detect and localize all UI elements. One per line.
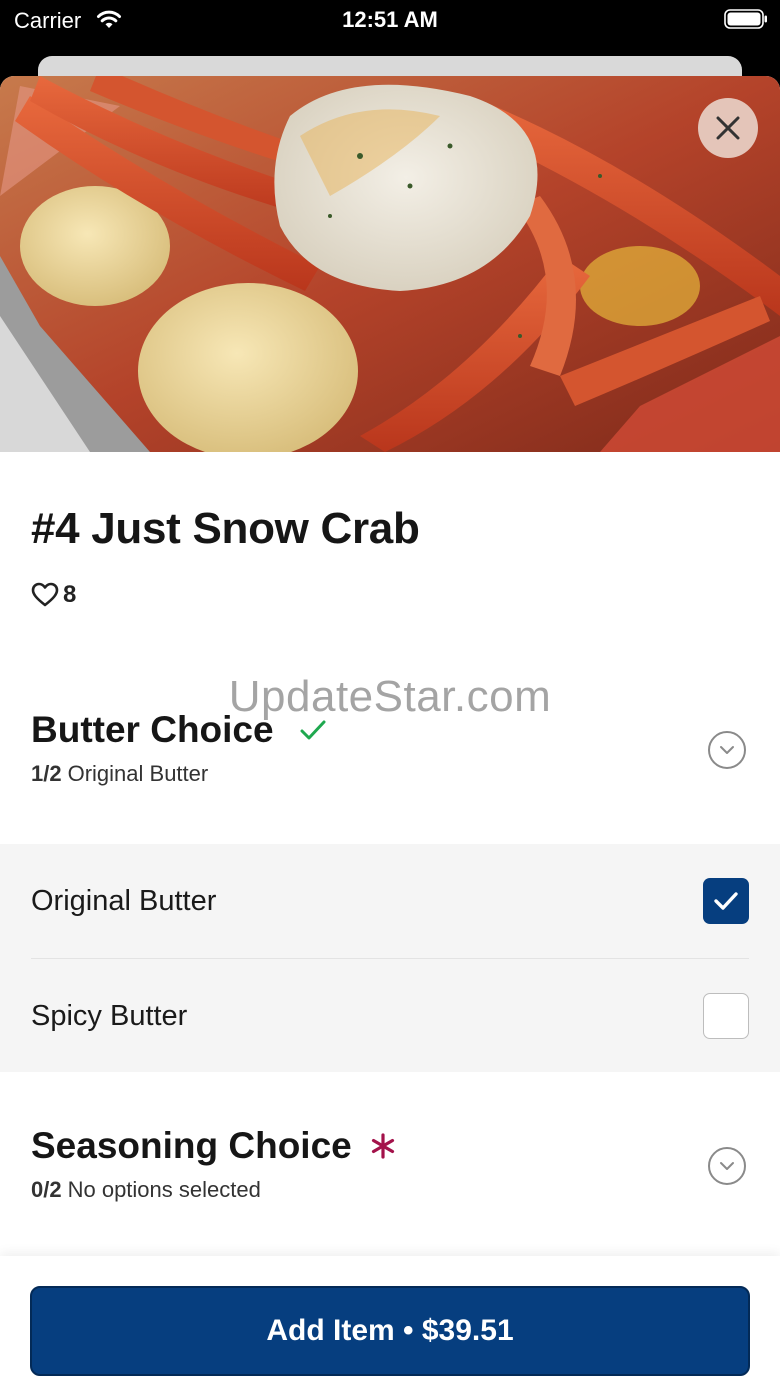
item-photo (0, 76, 780, 452)
group-summary: 0/2 No options selected (31, 1177, 751, 1203)
option-original-butter[interactable]: Original Butter (31, 844, 749, 958)
group-title: Butter Choice (31, 709, 274, 750)
like-button[interactable]: 8 (31, 580, 76, 610)
checkbox-checked[interactable] (703, 878, 749, 924)
selection-count: 1/2 (31, 761, 62, 786)
selection-count: 0/2 (31, 1177, 62, 1202)
footer-bar: Add Item • $39.51 (0, 1256, 780, 1387)
chevron-down-icon (720, 746, 734, 754)
item-title: #4 Just Snow Crab (31, 504, 420, 553)
selection-summary: Original Butter (67, 761, 209, 786)
battery-icon (724, 9, 768, 29)
group-title: Seasoning Choice (31, 1125, 352, 1166)
group-summary: 1/2 Original Butter (31, 761, 751, 787)
butter-options-list: Original Butter Spicy Butter (0, 844, 780, 1072)
butter-choice-header[interactable]: Butter Choice 1/2 Original Butter (31, 709, 751, 787)
option-spicy-butter[interactable]: Spicy Butter (31, 959, 749, 1073)
heart-icon (31, 582, 59, 607)
close-button[interactable] (698, 98, 758, 158)
item-detail-sheet: #4 Just Snow Crab 8 UpdateStar.com Butte… (0, 76, 780, 1387)
required-asterisk-icon (371, 1133, 394, 1159)
option-label: Spicy Butter (31, 999, 188, 1032)
check-icon (300, 720, 326, 740)
close-icon (716, 116, 740, 140)
check-icon (714, 892, 738, 910)
checkbox-unchecked[interactable] (703, 993, 749, 1039)
seasoning-choice-header[interactable]: Seasoning Choice 0/2 No options selected (31, 1125, 751, 1203)
clock: 12:51 AM (342, 7, 438, 32)
seasoning-choice-toggle[interactable] (708, 1147, 746, 1185)
add-item-button[interactable]: Add Item • $39.51 (30, 1286, 750, 1376)
butter-choice-toggle[interactable] (708, 731, 746, 769)
option-label: Original Butter (31, 884, 217, 917)
chevron-down-icon (720, 1162, 734, 1170)
like-count: 8 (63, 581, 77, 608)
status-bar: Carrier 12:51 AM (0, 0, 780, 46)
selection-summary: No options selected (67, 1177, 261, 1202)
